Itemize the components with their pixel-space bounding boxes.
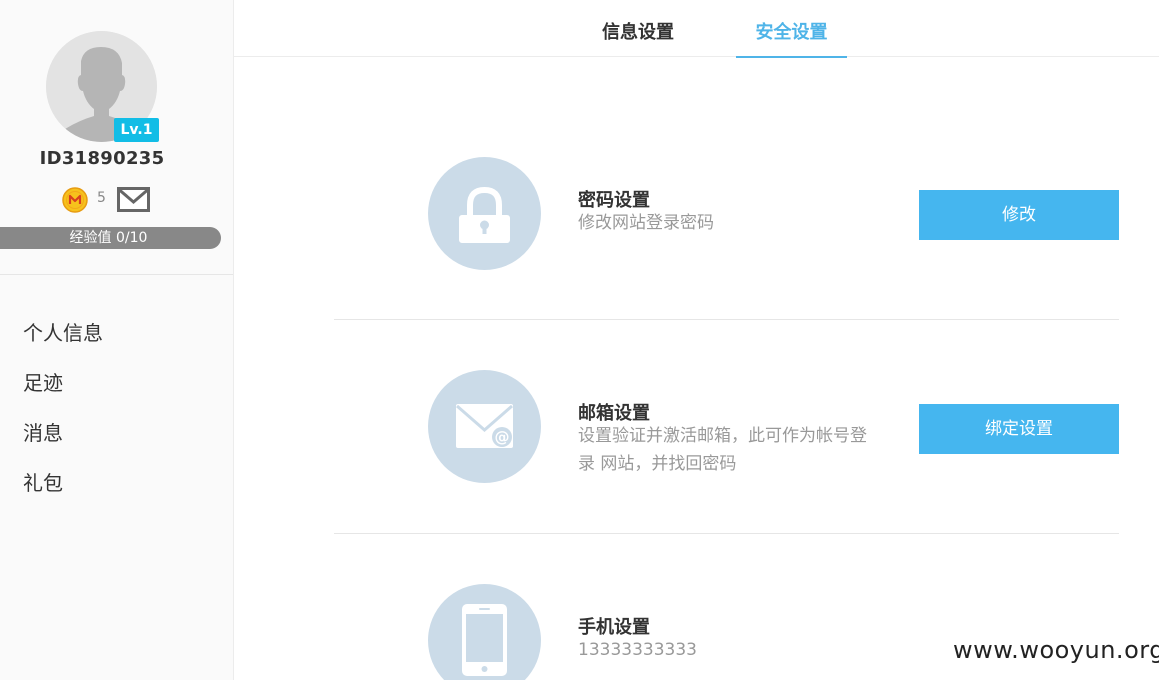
email-settings-desc: 设置验证并激活邮箱，此可作为帐号登录 网站，并找回密码 bbox=[578, 426, 867, 474]
coin-count: 5 bbox=[97, 190, 106, 206]
level-badge: Lv.1 bbox=[114, 118, 159, 142]
tab-info-settings[interactable]: 信息设置 bbox=[598, 0, 678, 57]
user-id: ID31890235 bbox=[39, 148, 165, 169]
coin-icon[interactable] bbox=[62, 187, 88, 213]
modify-password-button[interactable]: 修改 bbox=[919, 190, 1119, 240]
divider bbox=[334, 533, 1119, 534]
watermark: www.wooyun.org bbox=[953, 636, 1159, 664]
svg-text:@: @ bbox=[495, 428, 510, 446]
sidebar: Lv.1 ID31890235 5 经验值 0/10 个人信息 足迹 消息 礼包 bbox=[0, 0, 234, 680]
phone-icon bbox=[428, 584, 541, 680]
lock-icon bbox=[428, 157, 541, 270]
mail-icon[interactable] bbox=[117, 187, 150, 212]
password-settings-desc: 修改网站登录密码 bbox=[578, 213, 714, 233]
nav-item-profile[interactable]: 个人信息 bbox=[23, 317, 103, 367]
tab-security-settings[interactable]: 安全设置 bbox=[736, 0, 847, 58]
phone-number: 13333333333 bbox=[578, 640, 697, 660]
nav-item-gifts[interactable]: 礼包 bbox=[23, 467, 103, 517]
envelope-icon: @ bbox=[428, 370, 541, 483]
sidebar-nav: 个人信息 足迹 消息 礼包 bbox=[23, 317, 103, 517]
divider bbox=[334, 319, 1119, 320]
divider bbox=[0, 274, 233, 275]
experience-bar: 经验值 0/10 bbox=[0, 227, 221, 249]
nav-item-messages[interactable]: 消息 bbox=[23, 417, 103, 467]
settings-tabs: 信息设置 安全设置 bbox=[234, 0, 1159, 58]
bind-email-button[interactable]: 绑定设置 bbox=[919, 404, 1119, 454]
nav-item-footprints[interactable]: 足迹 bbox=[23, 367, 103, 417]
